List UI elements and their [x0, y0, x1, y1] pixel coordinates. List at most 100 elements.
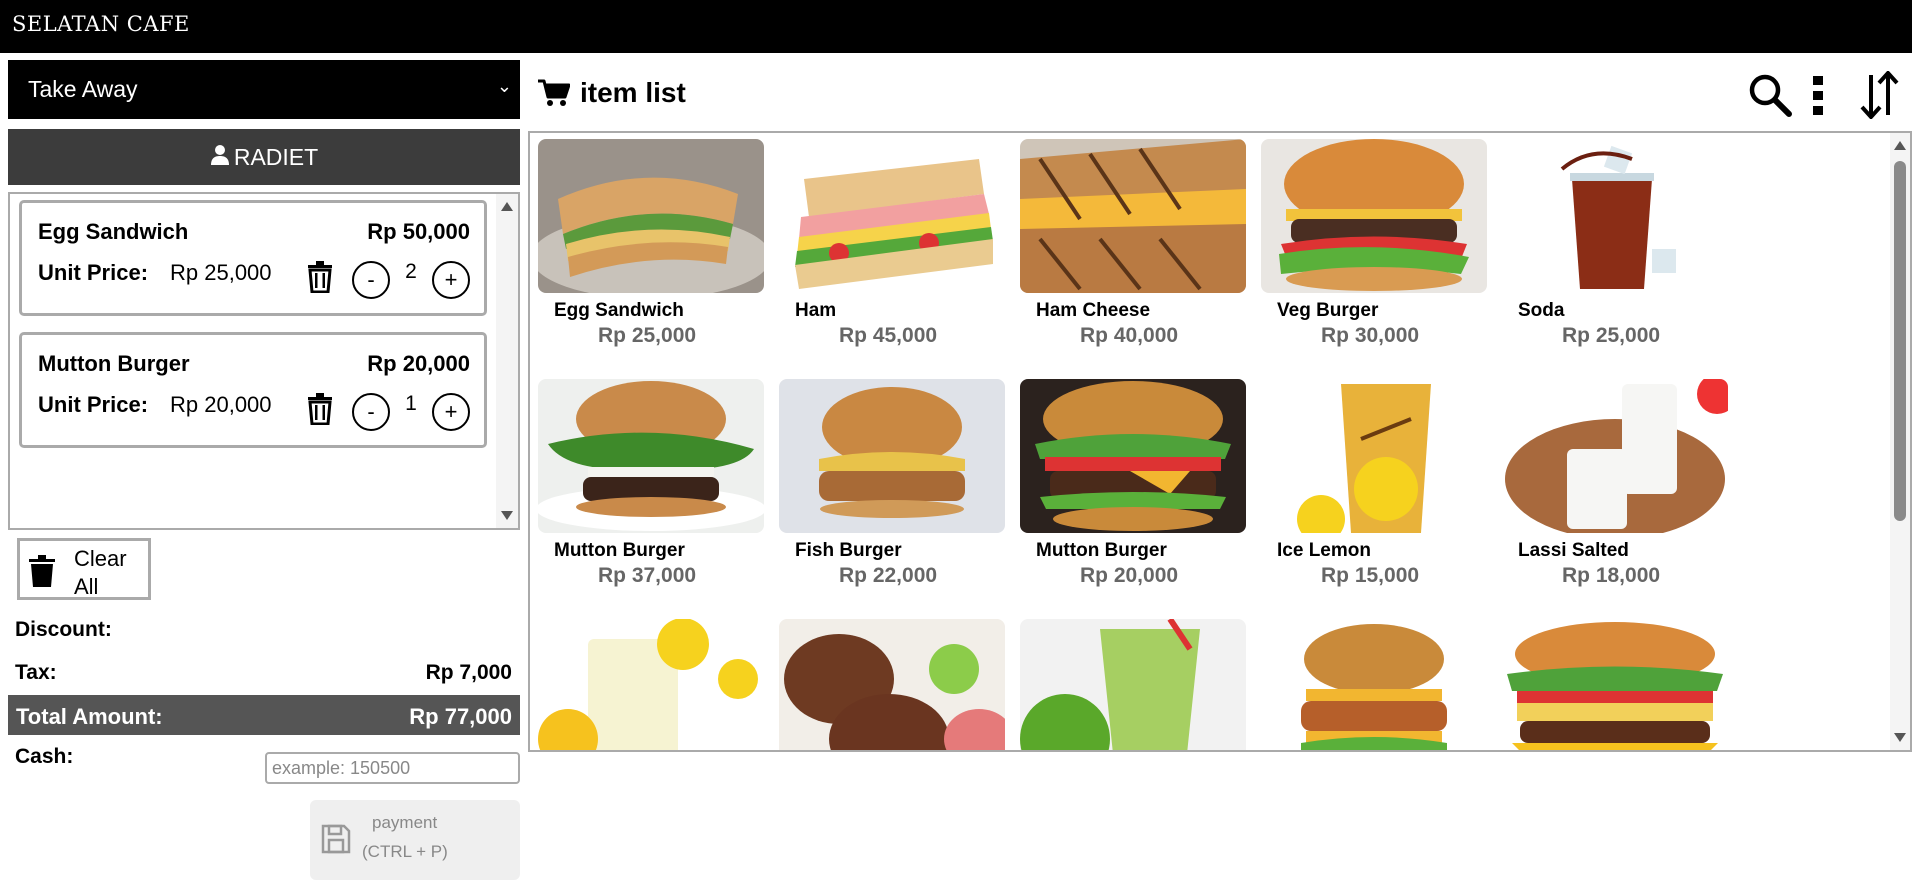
unit-price-value: Rp 20,000 [170, 392, 272, 417]
menu-item-image [1261, 619, 1487, 750]
cart-item-total: Rp 50,000 [367, 219, 470, 244]
menu-item-price: Rp 40,000 [1080, 324, 1179, 347]
menu-item-price: Rp 37,000 [598, 564, 697, 587]
menu-item-name: Lassi Salted [1518, 540, 1629, 561]
cart-item-qty: 1 [405, 392, 417, 415]
search-icon[interactable] [1748, 73, 1792, 117]
menu-item-price: Rp 22,000 [839, 564, 938, 587]
menu-item-image [779, 379, 1005, 533]
order-type-select[interactable]: Take Away ⌄ [8, 60, 520, 119]
menu-item-image [1502, 379, 1728, 533]
cart-item-name: Mutton Burger [38, 351, 190, 376]
menu-item-name: Mutton Burger [554, 540, 685, 561]
item-list-title: item list [580, 77, 686, 108]
menu-item-price: Rp 20,000 [1080, 564, 1179, 587]
total-amount-value: Rp 77,000 [409, 704, 512, 729]
decrease-qty-button[interactable]: - [352, 261, 390, 299]
menu-item-image [1020, 379, 1246, 533]
unit-price-label: Unit Price: [38, 392, 149, 417]
cart-item: Egg Sandwich Rp 50,000 Unit Price: Rp 25… [19, 200, 487, 316]
menu-item-card[interactable]: Ham Rp 45,000 [779, 139, 1005, 359]
menu-item-card[interactable]: Veg Burger Rp 30,000 [1261, 139, 1487, 359]
payment-shortcut: (CTRL + P) [362, 842, 448, 861]
cart-list: Egg Sandwich Rp 50,000 Unit Price: Rp 25… [8, 192, 520, 530]
app-title: SELATAN CAFE [12, 12, 190, 36]
cart-scrollbar[interactable] [496, 194, 518, 528]
menu-item-card[interactable] [1020, 619, 1246, 750]
menu-item-card[interactable]: Lassi Salted Rp 18,000 [1502, 379, 1728, 599]
item-grid-scrollbar[interactable] [1890, 133, 1910, 750]
trash-icon [29, 555, 55, 587]
menu-item-card[interactable] [538, 619, 764, 750]
menu-item-name: Soda [1518, 300, 1565, 321]
menu-item-card[interactable]: Mutton Burger Rp 20,000 [1020, 379, 1246, 599]
menu-item-card[interactable] [1261, 619, 1487, 750]
menu-item-price: Rp 25,000 [598, 324, 697, 347]
menu-item-name: Fish Burger [795, 540, 902, 561]
menu-item-image [1261, 379, 1487, 533]
top-bar: SELATAN CAFE [0, 0, 1912, 53]
decrease-qty-button[interactable]: - [352, 393, 390, 431]
menu-item-price: Rp 25,000 [1562, 324, 1661, 347]
cart-item-name: Egg Sandwich [38, 219, 189, 244]
unit-price-value: Rp 25,000 [170, 260, 272, 285]
scroll-down-icon[interactable] [501, 511, 513, 520]
tax-label: Tax: [15, 661, 57, 684]
menu-item-card[interactable]: Ice Lemon Rp 15,000 [1261, 379, 1487, 599]
customer-name: RADIET [233, 143, 319, 170]
menu-item-card[interactable]: Ham Cheese Rp 40,000 [1020, 139, 1246, 359]
menu-item-name: Veg Burger [1277, 300, 1379, 321]
menu-item-image [779, 619, 1005, 750]
menu-item-image [538, 379, 764, 533]
trash-icon[interactable] [306, 261, 334, 293]
clear-all-label: Clear All [74, 546, 127, 599]
unit-price-label: Unit Price: [38, 260, 149, 285]
menu-item-name: Ice Lemon [1277, 540, 1371, 561]
increase-qty-button[interactable]: + [432, 393, 470, 431]
scroll-up-icon[interactable] [1894, 141, 1906, 150]
menu-item-name: Mutton Burger [1036, 540, 1167, 561]
order-type-value: Take Away [28, 76, 138, 102]
menu-item-card[interactable]: Soda Rp 25,000 [1502, 139, 1728, 359]
menu-item-card[interactable]: Egg Sandwich Rp 25,000 [538, 139, 764, 359]
menu-item-name: Ham Cheese [1036, 300, 1151, 321]
cart-item-qty: 2 [405, 260, 417, 283]
scroll-down-icon[interactable] [1894, 733, 1906, 742]
cart-item-total: Rp 20,000 [367, 351, 470, 376]
clear-all-button[interactable]: Clear All [17, 538, 151, 600]
payment-label: payment [372, 813, 438, 832]
cash-input[interactable] [265, 752, 520, 784]
menu-item-card[interactable] [779, 619, 1005, 750]
tax-value: Rp 7,000 [425, 661, 512, 684]
scrollbar-thumb[interactable] [1894, 161, 1906, 521]
menu-item-card[interactable]: Fish Burger Rp 22,000 [779, 379, 1005, 599]
discount-label: Discount: [15, 618, 112, 641]
menu-item-price: Rp 45,000 [839, 324, 938, 347]
menu-item-name: Ham [795, 300, 837, 321]
cart-item: Mutton Burger Rp 20,000 Unit Price: Rp 2… [19, 332, 487, 448]
customer-button[interactable]: RADIET [8, 129, 520, 185]
scroll-up-icon[interactable] [501, 202, 513, 211]
trash-icon[interactable] [306, 393, 334, 425]
menu-item-price: Rp 30,000 [1321, 324, 1420, 347]
cart-icon [538, 79, 570, 106]
item-list-header: item list [530, 53, 1912, 131]
menu-item-card[interactable] [1502, 619, 1728, 750]
total-amount-bar: Total Amount: Rp 77,000 [8, 695, 520, 735]
sort-icon[interactable] [1860, 71, 1900, 119]
menu-item-image [1020, 139, 1246, 293]
order-panel: Take Away ⌄ RADIET Egg Sandwich Rp 50,00… [0, 53, 530, 883]
menu-item-image [1502, 619, 1728, 750]
cash-label: Cash: [15, 745, 74, 768]
menu-item-image [538, 619, 764, 750]
menu-item-image [779, 139, 1005, 293]
menu-item-price: Rp 15,000 [1321, 564, 1420, 587]
increase-qty-button[interactable]: + [432, 261, 470, 299]
menu-item-card[interactable]: Mutton Burger Rp 37,000 [538, 379, 764, 599]
menu-item-image [1261, 139, 1487, 293]
menu-item-image [1502, 139, 1728, 293]
user-icon [210, 145, 229, 165]
payment-button[interactable]: payment (CTRL + P) [310, 800, 520, 880]
menu-item-name: Egg Sandwich [554, 300, 684, 321]
more-vertical-icon[interactable] [1812, 75, 1824, 117]
